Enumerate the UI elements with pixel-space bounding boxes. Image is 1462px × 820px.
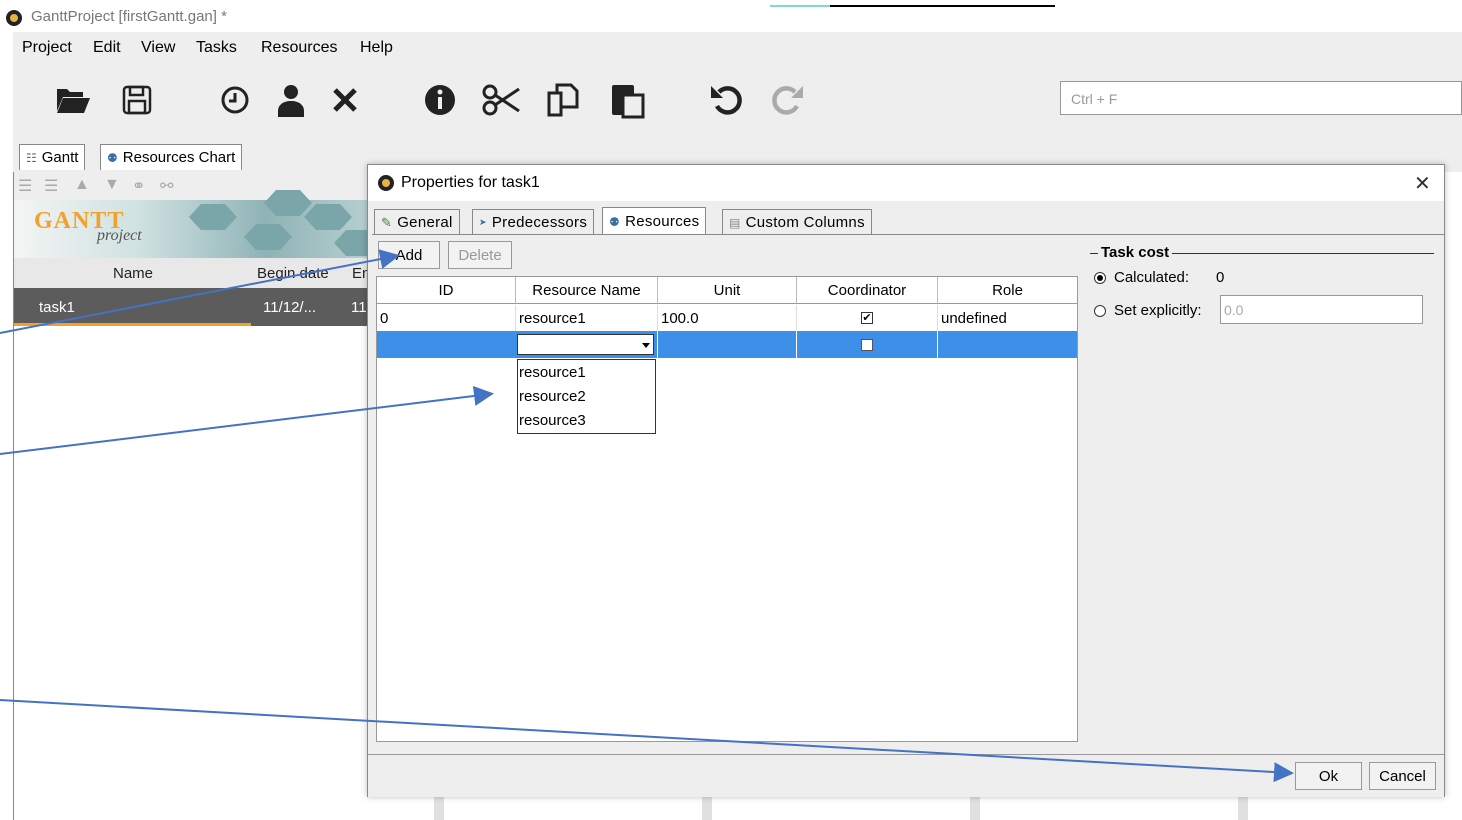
move-up-icon[interactable]: ▲ [74,176,90,194]
tab-general[interactable]: ✎ General [374,209,460,235]
resources-tab-icon: ⚉ [609,214,621,229]
link-icon[interactable]: ⚭ [132,176,145,196]
unindent-icon[interactable]: ☰ [18,176,32,196]
cell-coordinator[interactable]: ✔ [797,305,938,331]
chevron-down-icon [642,343,650,348]
paste-icon[interactable] [609,80,649,120]
tab-general-label: General [397,214,453,231]
folder-open-icon[interactable] [53,80,93,120]
tab-predecessors-label: Predecessors [491,214,588,231]
save-icon[interactable] [117,80,157,120]
clock-icon[interactable] [215,80,255,120]
task-end: 11 [351,299,367,316]
explicit-cost-placeholder: 0.0 [1224,302,1244,318]
window-titlebar: GanttProject [firstGantt.gan] * [0,0,1462,32]
person-icon[interactable] [271,80,311,120]
menu-tasks[interactable]: Tasks [196,39,237,57]
logo-text-project: project [97,227,142,244]
delete-button[interactable]: Delete [448,241,512,269]
search-placeholder: Ctrl + F [1071,91,1118,107]
resources-panel: Add Delete ID Resource Name Unit Coordin… [372,234,1444,755]
move-down-icon[interactable]: ▼ [104,176,120,194]
calculated-radio[interactable] [1094,272,1106,284]
coordinator-checkbox[interactable] [861,339,873,351]
task-cost-title: Task cost [1098,244,1173,261]
calculated-label: Calculated: [1114,269,1190,286]
calculated-value: 0 [1216,269,1225,286]
search-input[interactable]: Ctrl + F [1060,81,1462,115]
menu-bar: Project Edit View Tasks Resources Help [13,32,1462,65]
menu-edit[interactable]: Edit [93,39,121,57]
resource-assignment-table: ID Resource Name Unit Coordinator Role 0… [376,276,1078,742]
app-logo-icon [6,10,22,26]
menu-view[interactable]: View [141,39,175,57]
window-title: GanttProject [firstGantt.gan] * [31,8,227,25]
app-logo-icon [378,175,394,191]
col-id[interactable]: ID [377,277,516,304]
set-explicitly-label: Set explicitly: [1114,302,1202,319]
task-progress-underline [14,323,251,326]
copy-icon[interactable] [545,80,585,120]
resource-dropdown-list: resource1 resource2 resource3 [517,359,656,434]
dialog-title: Properties for task1 [401,174,540,191]
tab-resources-label: Resources [625,213,700,230]
redo-icon[interactable] [767,80,807,120]
set-explicitly-radio[interactable] [1094,305,1106,317]
cell-unit[interactable]: 100.0 [658,305,797,331]
tab-gantt-label: Gantt [41,149,79,166]
dialog-titlebar: Properties for task1 ✕ [368,165,1444,201]
menu-project[interactable]: Project [22,39,72,57]
task-cost-group: Task cost Calculated: 0 Set explicitly: … [1090,244,1434,373]
col-role[interactable]: Role [938,277,1077,304]
decorative-line [770,5,1055,7]
resources-tab-icon: ⚉ [107,150,118,165]
col-begin-date[interactable]: Begin date [257,265,329,282]
tab-custom-columns-label: Custom Columns [745,214,865,231]
col-unit[interactable]: Unit [658,277,797,304]
tab-resources-chart-label: Resources Chart [122,149,236,166]
unlink-icon[interactable]: ⚯ [160,176,173,196]
close-icon[interactable]: ✕ [1414,171,1431,196]
col-coordinator[interactable]: Coordinator [797,277,938,304]
col-resource-name[interactable]: Resource Name [516,277,658,304]
task-properties-dialog: Properties for task1 ✕ ✎ General ➤ Prede… [367,164,1445,797]
explicit-cost-input[interactable]: 0.0 [1220,295,1423,324]
cancel-button[interactable]: Cancel [1369,762,1436,790]
coordinator-checkbox-checked[interactable]: ✔ [861,312,873,324]
tab-predecessors[interactable]: ➤ Predecessors [472,209,595,235]
delete-icon[interactable] [325,80,365,120]
cut-icon[interactable] [481,80,521,120]
dropdown-option-resource3[interactable]: resource3 [519,412,586,436]
ok-button[interactable]: Ok [1295,762,1362,790]
general-tab-icon: ✎ [381,214,393,230]
tab-gantt[interactable]: ☷ Gantt [19,144,86,170]
add-button[interactable]: Add [378,241,440,269]
new-assignment-row[interactable] [377,331,1077,358]
col-name[interactable]: Name [113,265,153,282]
cell-resource-name[interactable]: resource1 [516,305,658,331]
tab-custom-columns[interactable]: ▤ Custom Columns [722,209,872,235]
cell-id[interactable]: 0 [377,305,516,331]
indent-icon[interactable]: ☰ [44,176,58,196]
info-icon[interactable] [420,80,460,120]
gantt-tab-icon: ☷ [26,150,37,165]
task-name: task1 [39,299,75,316]
undo-icon[interactable] [707,80,747,120]
dialog-footer: Ok Cancel [368,754,1444,797]
cell-role[interactable]: undefined [938,305,1077,331]
dropdown-option-resource1[interactable]: resource1 [519,364,586,388]
resource-name-combobox[interactable] [517,334,654,355]
menu-resources[interactable]: Resources [261,39,337,57]
predecessors-tab-icon: ➤ [479,217,487,227]
menu-help[interactable]: Help [360,39,393,57]
dropdown-option-resource2[interactable]: resource2 [519,388,586,412]
tab-resources-chart[interactable]: ⚉ Resources Chart [100,144,243,170]
custom-columns-tab-icon: ▤ [729,215,741,230]
task-begin: 11/12/... [263,299,317,316]
tab-resources[interactable]: ⚉ Resources [602,207,707,235]
